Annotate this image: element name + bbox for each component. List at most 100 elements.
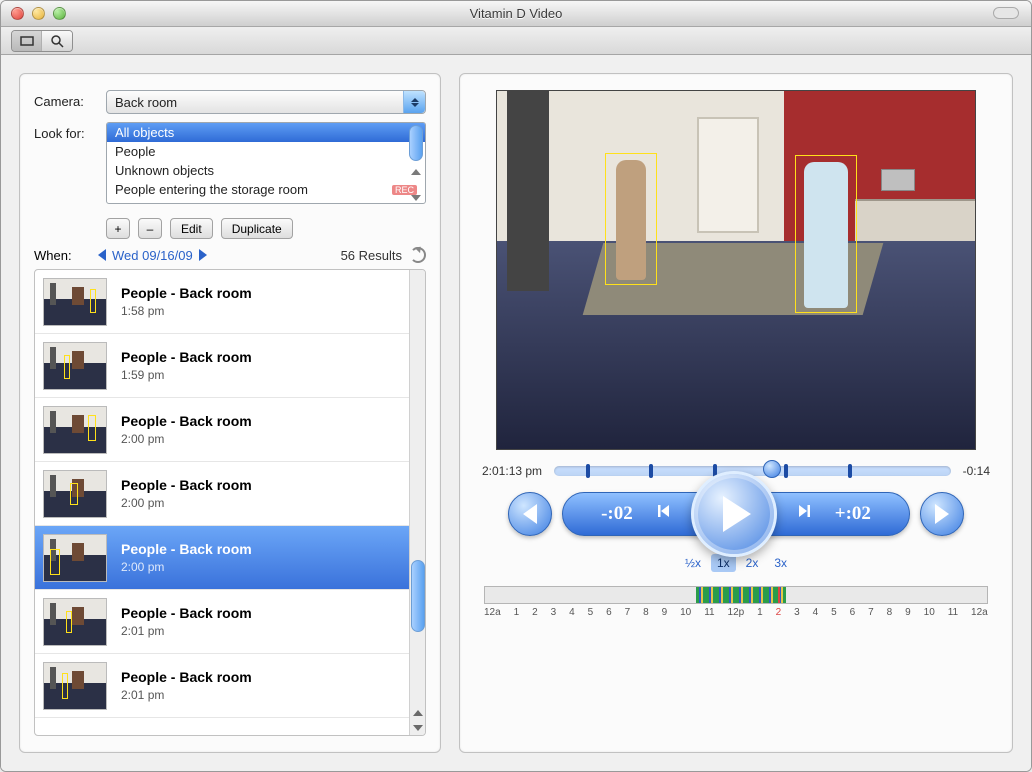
speed-option[interactable]: ½x [679,554,707,572]
skip-fwd-button[interactable]: +:02 [823,503,883,525]
view-search-button[interactable] [42,31,72,51]
day-tick: 7 [868,607,874,618]
titlebar-proxy-icon [993,7,1019,19]
day-tick: 5 [588,607,594,618]
result-title: People - Back room [121,541,252,557]
result-item[interactable]: People - Back room2:00 pm [35,462,409,526]
left-panel: Camera: Back room Look for: All objectsP… [19,73,441,753]
day-tick: 6 [606,607,612,618]
frame-fwd-icon [795,503,811,525]
prev-day-button[interactable] [98,249,106,261]
result-item[interactable]: People - Back room1:59 pm [35,334,409,398]
day-tick: 12a [971,607,988,618]
edit-rule-button[interactable]: Edit [170,218,213,239]
day-tick: 9 [905,607,911,618]
date-picker: Wed 09/16/09 [98,248,207,263]
day-activity-track[interactable] [484,586,988,604]
day-tick: 9 [662,607,668,618]
lookfor-option[interactable]: All objects [107,123,425,142]
speed-option[interactable]: 3x [768,554,793,572]
results-scrollbar[interactable] [409,270,425,735]
detection-box-2 [795,155,857,313]
search-icon [50,34,64,48]
frame-back-button[interactable] [645,503,685,525]
scrubber-knob[interactable] [763,460,781,478]
lookfor-label: Look for: [34,122,106,141]
next-day-button[interactable] [199,249,207,261]
day-tick: 3 [551,607,557,618]
view-list-button[interactable] [12,31,42,51]
app-window: Vitamin D Video Camera: Back room Look f… [0,0,1032,772]
duplicate-rule-button[interactable]: Duplicate [221,218,293,239]
window-title: Vitamin D Video [1,6,1031,21]
result-time: 2:00 pm [121,432,252,446]
next-clip-button[interactable] [920,492,964,536]
result-item[interactable]: People - Back room 1:58 pm [35,270,409,334]
day-tick-labels: 12a123456789101112p123456789101112a [484,607,988,618]
video-preview[interactable] [496,90,976,450]
result-item[interactable]: People - Back room 2:00 pm [35,526,409,590]
content: Camera: Back room Look for: All objectsP… [1,55,1031,771]
result-time: 2:00 pm [121,560,252,574]
skip-back-button[interactable]: -:02 [589,503,645,525]
result-time: 2:01 pm [121,688,252,702]
speed-option[interactable]: 2x [740,554,765,572]
play-button[interactable] [691,471,777,557]
list-view-icon [20,36,34,46]
lookfor-option[interactable]: People entering the storage roomREC [107,180,425,199]
day-tick: 4 [569,607,575,618]
select-stepper-icon [403,91,425,113]
day-tick: 10 [680,607,691,618]
day-tick: 11 [948,607,958,618]
detection-box-1 [605,153,657,285]
day-timeline: 12a123456789101112p123456789101112a [484,586,988,618]
result-time: 2:01 pm [121,624,252,638]
result-thumbnail [43,278,107,326]
day-tick: 6 [850,607,856,618]
result-time: 2:00 pm [121,496,252,510]
camera-select-value: Back room [115,95,177,110]
playhead-time: 2:01:13 pm [482,464,542,478]
remove-rule-button[interactable]: – [138,218,162,239]
result-title: People - Back room [121,285,252,301]
day-tick: 3 [794,607,800,618]
result-title: People - Back room [121,605,252,621]
result-thumbnail [43,662,107,710]
result-item[interactable]: People - Back room2:00 pm [35,398,409,462]
day-tick: 11 [704,607,714,618]
lookfor-option[interactable]: Unknown objects [107,161,425,180]
result-time: 1:58 pm [121,304,252,318]
rule-buttons: + – Edit Duplicate [106,218,426,239]
result-thumbnail [43,342,107,390]
current-date[interactable]: Wed 09/16/09 [112,248,193,263]
lookfor-scrollbar[interactable] [409,125,423,201]
scroll-up-button[interactable] [410,705,425,720]
result-item[interactable]: People - Back room 2:01 pm [35,590,409,654]
titlebar: Vitamin D Video [1,1,1031,27]
add-rule-button[interactable]: + [106,218,130,239]
day-tick: 4 [813,607,819,618]
day-tick: 2 [776,607,782,618]
results-list[interactable]: People - Back room1:58 pmPeople - Back r… [35,270,409,735]
result-item[interactable]: People - Back room 2:01 pm [35,654,409,718]
scroll-down-button[interactable] [410,720,425,735]
frame-fwd-button[interactable] [783,503,823,525]
camera-select[interactable]: Back room [106,90,426,114]
frame-back-icon [657,503,673,525]
view-mode-segmented [11,30,73,52]
right-panel: 2:01:13 pm -0:14 -:02 +:02 [459,73,1013,753]
play-icon [723,496,751,532]
lookfor-option[interactable]: People [107,142,425,161]
result-thumbnail [43,406,107,454]
prev-clip-button[interactable] [508,492,552,536]
transport-pill: -:02 +:02 [562,492,910,536]
result-thumbnail [43,534,107,582]
day-tick: 10 [924,607,935,618]
result-time: 1:59 pm [121,368,252,382]
day-tick: 12p [728,607,745,618]
refresh-button[interactable] [410,247,426,263]
day-tick: 8 [643,607,649,618]
results-box: People - Back room1:58 pmPeople - Back r… [34,269,426,736]
result-title: People - Back room [121,669,252,685]
lookfor-listbox[interactable]: All objectsPeopleUnknown objectsPeople e… [106,122,426,204]
